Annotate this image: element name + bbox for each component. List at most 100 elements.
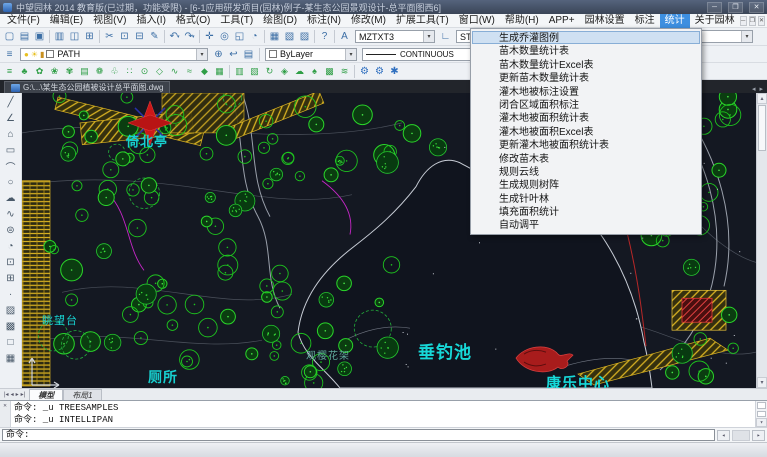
revision-cloud-icon[interactable]: ☁ <box>2 190 20 206</box>
scroll-down-icon[interactable]: ▾ <box>756 418 767 427</box>
make-block-icon[interactable]: ⊞ <box>2 270 20 286</box>
menu-option-7[interactable]: 灌木地被面积统计表 <box>472 111 700 124</box>
menu-item-1[interactable]: 文件(F) <box>2 14 45 28</box>
canvas-vscrollbar[interactable]: ▴ ▾ <box>756 93 767 388</box>
layout-icon[interactable]: ▦ <box>267 30 282 44</box>
flower-plant-icon[interactable]: ✿ <box>32 64 47 78</box>
layer-states-icon[interactable]: ▤ <box>241 47 256 61</box>
chevron-down-icon[interactable]: ▾ <box>741 31 752 42</box>
cmd-scroll-left-icon[interactable]: ◂ <box>717 430 730 441</box>
match-properties-icon[interactable]: ✎ <box>147 30 162 44</box>
area-label-icon[interactable]: ◈ <box>277 64 292 78</box>
arc-icon[interactable]: ⌒ <box>2 158 20 174</box>
chevron-down-icon[interactable]: ▾ <box>345 49 356 60</box>
cloud-line-icon[interactable]: ☁ <box>292 64 307 78</box>
vscroll-thumb[interactable] <box>758 105 766 151</box>
menu-option-6[interactable]: 闭合区域面积标注 <box>472 98 700 111</box>
fill-area-icon[interactable]: ▩ <box>322 64 337 78</box>
shrub-plant-icon[interactable]: ❀ <box>47 64 62 78</box>
command-history[interactable]: 命令: _u TREESAMPLES 命令: _u INTELLIPAN <box>11 401 755 427</box>
sheet-set-icon[interactable]: ▨ <box>297 30 312 44</box>
tools-gear-icon[interactable]: ⚙ <box>372 64 387 78</box>
color-combo[interactable]: ByLayer ▾ <box>265 48 357 61</box>
line-icon[interactable]: ╱ <box>2 94 20 110</box>
flowerbed-icon[interactable]: ❁ <box>92 64 107 78</box>
plant-label-icon[interactable]: ⊙ <box>137 64 152 78</box>
menu-item-13[interactable]: APP+ <box>544 14 580 28</box>
menu-option-3[interactable]: 苗木数量统计Excel表 <box>472 58 700 71</box>
menu-item-5[interactable]: 格式(O) <box>171 14 215 28</box>
polygon-icon[interactable]: ⌂ <box>2 126 20 142</box>
lawn-icon[interactable]: ▤ <box>77 64 92 78</box>
text-style-combo[interactable]: MZTXT3 ▾ <box>355 30 435 43</box>
tree-array-icon[interactable]: ∷ <box>122 64 137 78</box>
cmd-scroll-right-icon[interactable]: ▸ <box>752 430 765 441</box>
polyline-icon[interactable]: ∠ <box>2 110 20 126</box>
table-icon[interactable]: ▦ <box>2 350 20 366</box>
menu-option-14[interactable]: 填充面积统计 <box>472 205 700 218</box>
menu-option-4[interactable]: 更新苗木数量统计表 <box>472 71 700 84</box>
print-preview-icon[interactable]: ◫ <box>67 30 82 44</box>
excel-table-icon[interactable]: ▧ <box>247 64 262 78</box>
layer-combo[interactable]: ● ☀ ▮ PATH ▾ <box>20 48 208 61</box>
groundcover-icon[interactable]: ✾ <box>62 64 77 78</box>
cut-icon[interactable]: ✂ <box>102 30 117 44</box>
hedge-icon[interactable]: ♧ <box>107 64 122 78</box>
command-input[interactable]: 命令: <box>2 429 715 441</box>
print-icon[interactable]: ▥ <box>52 30 67 44</box>
rectangle-icon[interactable]: ▭ <box>2 142 20 158</box>
menu-item-10[interactable]: 扩展工具(T) <box>391 14 454 28</box>
layer-lock-icon[interactable]: ▮ <box>40 50 44 59</box>
menu-option-1[interactable]: 生成乔灌图例 <box>472 31 700 44</box>
menu-option-9[interactable]: 更新灌木地被面积统计表 <box>472 138 700 151</box>
area-boundary-icon[interactable]: ◇ <box>152 64 167 78</box>
undo-icon[interactable]: ↶▾ <box>167 30 182 44</box>
tree-plan-icon[interactable]: ♣ <box>17 64 32 78</box>
menu-option-10[interactable]: 修改苗木表 <box>472 152 700 165</box>
open-file-icon[interactable]: ▤ <box>17 30 32 44</box>
chevron-down-icon[interactable]: ▾ <box>177 34 180 40</box>
dim-style-icon[interactable]: ∟ <box>438 30 453 44</box>
layer-on-icon[interactable]: ● <box>24 50 29 59</box>
legend-table-icon[interactable]: ▦ <box>212 64 227 78</box>
new-file-icon[interactable]: ▢ <box>2 30 17 44</box>
point-icon[interactable]: ∙ <box>2 286 20 302</box>
save-icon[interactable]: ▣ <box>32 30 47 44</box>
settings-gear-icon[interactable]: ⚙ <box>357 64 372 78</box>
menu-item-7[interactable]: 绘图(D) <box>258 14 302 28</box>
chevron-down-icon[interactable]: ▾ <box>423 31 434 42</box>
layout-nav-icon-4[interactable]: ▸| <box>21 391 26 398</box>
menu-item-6[interactable]: 工具(T) <box>215 14 258 28</box>
cmd-hscroll-thumb[interactable] <box>732 430 750 441</box>
layout-nav-icon-1[interactable]: |◂ <box>4 391 9 398</box>
command-close-icon[interactable]: ✕ <box>3 402 7 409</box>
chevron-down-icon[interactable]: ▾ <box>192 34 195 40</box>
layout-nav-icon-3[interactable]: ▸ <box>16 391 19 398</box>
help-icon[interactable]: ? <box>317 30 332 44</box>
menu-item-15[interactable]: 标注 <box>630 14 660 28</box>
scroll-down-icon[interactable]: ▾ <box>757 377 767 388</box>
viewports-icon[interactable]: ▧ <box>282 30 297 44</box>
layer-previous-icon[interactable]: ↩ <box>226 47 241 61</box>
region-icon[interactable]: □ <box>2 334 20 350</box>
curve-path-icon[interactable]: ∿ <box>167 64 182 78</box>
maximize-button[interactable]: ❐ <box>728 2 743 13</box>
menu-item-14[interactable]: 园林设置 <box>580 14 630 28</box>
menu-item-8[interactable]: 标注(N) <box>302 14 346 28</box>
doc-close-button[interactable]: ✕ <box>758 16 765 26</box>
pan-icon[interactable]: ✛ <box>202 30 217 44</box>
text-style-icon[interactable]: A <box>337 30 352 44</box>
zoom-realtime-icon[interactable]: ◎ <box>217 30 232 44</box>
zoom-previous-icon[interactable]: ◔ <box>247 30 262 44</box>
layout-nav-icon-2[interactable]: ◂ <box>11 391 14 398</box>
gradient-icon[interactable]: ▩ <box>2 318 20 334</box>
close-button[interactable]: ✕ <box>749 2 764 13</box>
menu-item-4[interactable]: 插入(I) <box>131 14 170 28</box>
chevron-down-icon[interactable]: ▾ <box>196 49 207 60</box>
layout-tab-2[interactable]: 布局1 <box>63 389 101 401</box>
redo-icon[interactable]: ↷▾ <box>182 30 197 44</box>
minimize-button[interactable]: ─ <box>707 2 722 13</box>
zoom-window-icon[interactable]: ◱ <box>232 30 247 44</box>
insert-block-icon[interactable]: ⊡ <box>2 254 20 270</box>
rock-icon[interactable]: ◆ <box>197 64 212 78</box>
